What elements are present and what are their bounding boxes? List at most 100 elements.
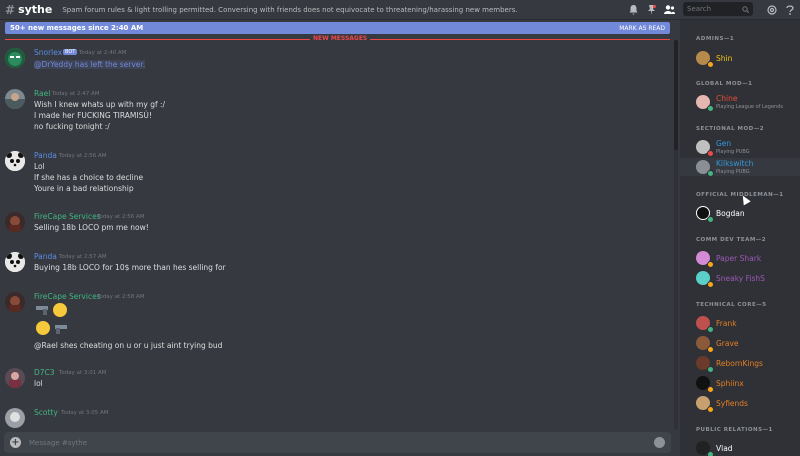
message-timestamp: Today at 2:56 AM bbox=[59, 153, 107, 159]
message-list[interactable]: Snorlex BOT Today at 2:40 AM @DrYeddy ha… bbox=[0, 40, 672, 430]
upload-plus-icon[interactable]: + bbox=[10, 437, 21, 448]
avatar[interactable] bbox=[5, 292, 25, 312]
member-item[interactable]: Paper Shark bbox=[680, 249, 800, 268]
message-line: I made her FUCKING TIRAMISÚ! bbox=[34, 111, 152, 120]
status-online-icon bbox=[707, 451, 714, 456]
member-item[interactable]: Sphiinx bbox=[680, 374, 800, 393]
member-name: Sphiinx bbox=[716, 379, 744, 388]
member-name: Paper Shark bbox=[716, 254, 762, 263]
member-item[interactable]: RebornKings bbox=[680, 354, 800, 373]
member-item[interactable]: Bogdan bbox=[680, 204, 800, 223]
message-line: Wish I knew whats up with my gf :/ bbox=[34, 100, 166, 109]
scrollbar-thumb[interactable] bbox=[674, 40, 678, 150]
message-timestamp: Today at 2:40 AM bbox=[79, 50, 127, 56]
new-messages-banner[interactable]: 50+ new messages since 2:40 AM MARK AS R… bbox=[5, 22, 670, 34]
message-author[interactable]: Scotty bbox=[34, 408, 58, 417]
member-item[interactable]: Syfiends bbox=[680, 394, 800, 413]
member-name: Grave bbox=[716, 339, 739, 348]
member-name: RebornKings bbox=[716, 359, 763, 368]
message-input-placeholder: Message #sythe bbox=[29, 438, 88, 447]
banner-text: 50+ new messages since 2:40 AM bbox=[10, 24, 144, 32]
member-name: Syfiends bbox=[716, 399, 748, 408]
smiley-emoji-icon bbox=[36, 321, 50, 335]
channel-hash-icon: # bbox=[5, 2, 16, 17]
gun-emoji-icon bbox=[55, 325, 67, 334]
message-author[interactable]: Panda bbox=[34, 252, 57, 261]
search-input[interactable]: Search bbox=[683, 2, 753, 16]
status-idle-icon bbox=[707, 406, 714, 413]
member-name: Sneaky FishS bbox=[716, 274, 765, 283]
member-item[interactable]: Sneaky FishS bbox=[680, 269, 800, 288]
status-online-icon bbox=[707, 105, 714, 112]
message-line: @Rael shes cheating on u or u just aint … bbox=[34, 341, 223, 350]
status-online-icon bbox=[707, 170, 714, 177]
bell-icon[interactable] bbox=[627, 3, 640, 16]
message-line: Youre in a bad relationship bbox=[34, 184, 134, 193]
avatar[interactable] bbox=[5, 151, 25, 171]
smiley-emoji-icon bbox=[53, 303, 67, 317]
message-line: @DrYeddy has left the server. bbox=[34, 60, 146, 69]
channel-topic[interactable]: Spam forum rules & light trolling permit… bbox=[62, 6, 662, 14]
role-header: ADMINS—1 bbox=[696, 36, 735, 42]
avatar[interactable] bbox=[5, 89, 25, 109]
role-header: PUBLIC RELATIONS—1 bbox=[696, 427, 773, 433]
member-name: Shin bbox=[716, 54, 733, 63]
status-online-icon bbox=[707, 366, 714, 373]
avatar[interactable] bbox=[5, 252, 25, 272]
member-item[interactable]: Frank bbox=[680, 314, 800, 333]
member-name: Frank bbox=[716, 319, 737, 328]
message-scrollbar[interactable] bbox=[674, 40, 678, 430]
message-timestamp: Today at 2:56 AM bbox=[97, 214, 145, 220]
member-list[interactable]: ADMINS—1 Shin GLOBAL MOD—1 Chine Playing… bbox=[680, 20, 800, 456]
message-input[interactable]: + Message #sythe bbox=[4, 432, 671, 453]
member-item[interactable]: Chine Playing League of Legends bbox=[680, 93, 800, 112]
member-name: Vlad bbox=[716, 444, 733, 453]
emoji-picker-icon[interactable] bbox=[654, 437, 665, 448]
mark-as-read-button[interactable]: MARK AS READ bbox=[619, 25, 665, 32]
status-idle-icon bbox=[707, 346, 714, 353]
member-item[interactable]: Vlad bbox=[680, 439, 800, 456]
member-item[interactable]: Kilkswitch Playing PUBG bbox=[680, 158, 800, 177]
gun-emoji-icon bbox=[36, 306, 48, 315]
message-line: Selling 18b LOCO pm me now! bbox=[34, 223, 149, 232]
status-idle-icon bbox=[707, 261, 714, 268]
status-idle-icon bbox=[707, 61, 714, 68]
search-placeholder: Search bbox=[687, 5, 712, 13]
status-online-icon bbox=[707, 216, 714, 223]
role-header: COMM DEV TEAM—2 bbox=[696, 237, 767, 243]
member-item[interactable]: Shin bbox=[680, 49, 800, 68]
member-name: Kilkswitch bbox=[716, 159, 754, 168]
avatar[interactable] bbox=[5, 408, 25, 428]
at-icon[interactable] bbox=[765, 3, 778, 16]
message-timestamp: Today at 2:57 AM bbox=[59, 254, 107, 260]
message-timestamp: Today at 2:58 AM bbox=[97, 294, 145, 300]
member-activity: Playing League of Legends bbox=[716, 104, 783, 110]
message-line: If she has a choice to decline bbox=[34, 173, 144, 182]
member-name: Chine bbox=[716, 94, 738, 103]
role-header: SECTIONAL MOD—2 bbox=[696, 126, 765, 132]
message-author[interactable]: Rael bbox=[34, 89, 50, 98]
message-author[interactable]: FireCape Services bbox=[34, 292, 101, 301]
help-icon[interactable] bbox=[783, 3, 796, 16]
search-icon bbox=[742, 5, 749, 13]
message-author[interactable]: D7C3 bbox=[34, 368, 55, 377]
avatar[interactable] bbox=[5, 212, 25, 232]
status-online-icon bbox=[707, 326, 714, 333]
message-timestamp: Today at 2:47 AM bbox=[52, 91, 100, 97]
message-author[interactable]: Panda bbox=[34, 151, 57, 160]
status-idle-icon bbox=[707, 386, 714, 393]
member-item[interactable]: Gen Playing PUBG bbox=[680, 138, 800, 157]
message-author[interactable]: FireCape Services bbox=[34, 212, 101, 221]
role-header: TECHNICAL CORE—5 bbox=[696, 302, 767, 308]
avatar[interactable] bbox=[5, 368, 25, 388]
status-dnd-icon bbox=[707, 150, 714, 157]
avatar[interactable] bbox=[5, 48, 25, 68]
member-item[interactable]: Grave bbox=[680, 334, 800, 353]
pin-icon[interactable] bbox=[645, 3, 658, 16]
member-name: Bogdan bbox=[716, 209, 745, 218]
member-name: Gen bbox=[716, 139, 732, 148]
member-activity: Playing PUBG bbox=[716, 149, 750, 155]
message-author[interactable]: Snorlex bbox=[34, 48, 62, 57]
members-icon[interactable] bbox=[663, 3, 676, 16]
message-line: no fucking tonight :/ bbox=[34, 122, 110, 131]
